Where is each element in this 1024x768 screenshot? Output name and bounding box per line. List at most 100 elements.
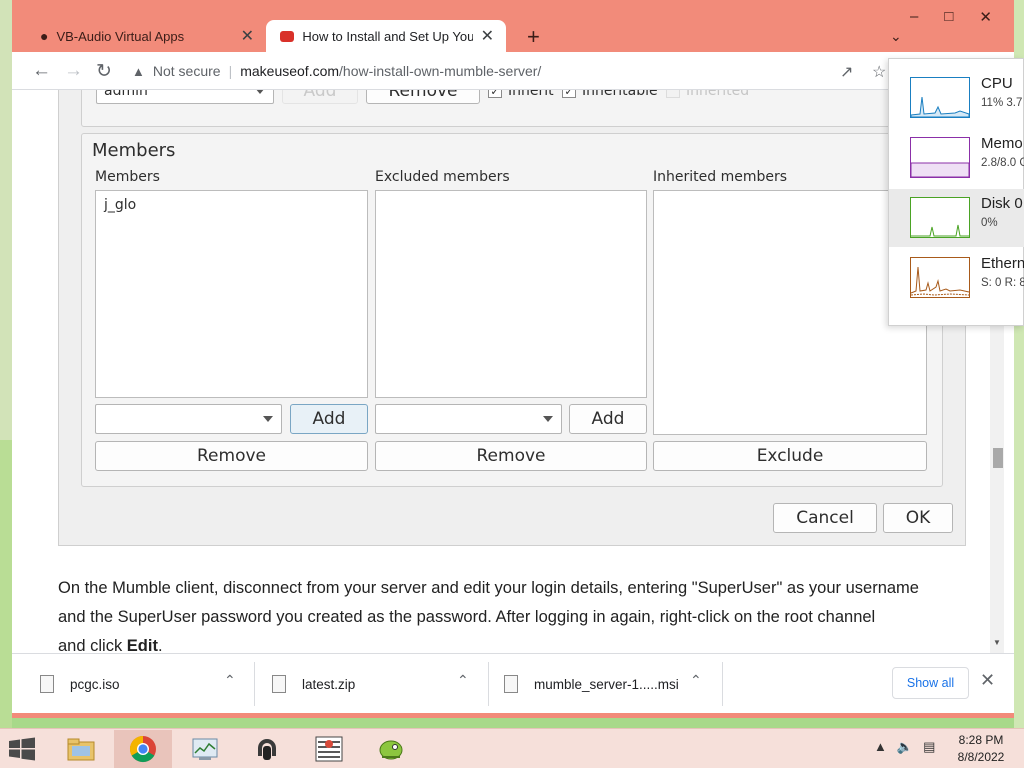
show-all-button[interactable]: Show all <box>892 667 969 699</box>
article-text-span: and click <box>58 637 127 653</box>
download-item-latest[interactable]: latest.zip <box>272 654 355 714</box>
remove-excluded-button[interactable]: Remove <box>375 441 647 471</box>
article-line: and click Edit. <box>58 632 958 653</box>
tab-title: How to Install and Set Up Your O <box>302 28 473 44</box>
inheritable-checkbox[interactable]: ✓ Inheritable <box>562 90 658 99</box>
list-item[interactable]: j_glo <box>96 191 367 219</box>
taskbar-murmur[interactable] <box>300 730 358 768</box>
back-arrow-icon[interactable]: ← <box>32 60 51 82</box>
window-controls: – □ ✕ <box>910 8 992 26</box>
system-tray: ▲ 🔈 ▤ <box>874 739 935 755</box>
download-filename: pcgc.iso <box>70 676 120 692</box>
maximize-button[interactable]: □ <box>944 8 953 26</box>
window-close-button[interactable]: ✕ <box>979 8 992 26</box>
security-label[interactable]: Not secure <box>153 63 221 79</box>
file-icon <box>40 675 54 693</box>
tab-makeuseof[interactable]: How to Install and Set Up Your O ✕ <box>266 20 506 52</box>
remove-member-button[interactable]: Remove <box>95 441 368 471</box>
excluded-column-label: Excluded members <box>375 169 510 185</box>
group-combo-value: admin <box>104 90 148 99</box>
reload-icon[interactable]: ↻ <box>96 60 112 83</box>
add-member-combo[interactable] <box>95 404 282 434</box>
new-tab-button[interactable]: + <box>527 24 540 50</box>
task-manager-item-ethernet[interactable]: Ethern S: 0 R: 8 <box>889 249 1024 307</box>
chameleon-icon <box>379 740 403 760</box>
speaker-icon[interactable]: 🔈 <box>897 739 913 755</box>
members-list[interactable]: j_glo <box>95 190 368 398</box>
close-icon[interactable]: ✕ <box>481 26 494 46</box>
remove-group-button[interactable]: Remove <box>366 90 480 104</box>
inherited-label: Inherited <box>686 90 750 99</box>
zip-file-icon <box>272 675 286 693</box>
task-manager-item-memory[interactable]: Memo 2.8/8.0 G <box>889 129 1024 187</box>
ok-button[interactable]: OK <box>883 503 953 533</box>
tray-expand-icon[interactable]: ▲ <box>874 739 887 755</box>
members-column-label: Members <box>95 169 160 185</box>
bookmark-star-icon[interactable]: ☆ <box>872 62 886 82</box>
inherit-checkbox[interactable]: ✓ Inherit <box>488 90 554 99</box>
add-excluded-button[interactable]: Add <box>569 404 647 434</box>
download-item-pcgc[interactable]: pcgc.iso <box>40 654 120 714</box>
windows-start-icon[interactable] <box>8 737 36 761</box>
divider <box>254 662 255 706</box>
checkmark-icon: ✓ <box>488 90 502 98</box>
browser-toolbar: ← → ↻ ▲ Not secure | makeuseof.com/how-i… <box>12 52 1014 90</box>
add-group-button[interactable]: Add <box>282 90 358 104</box>
chevron-up-icon[interactable]: ⌃ <box>690 672 702 689</box>
acl-group-row: admin Add Remove ✓ Inherit ✓ Inheritable… <box>81 90 943 127</box>
taskbar-clock[interactable]: 8:28 PM 8/8/2022 <box>944 732 1018 766</box>
inherit-label: Inherit <box>508 90 554 99</box>
folder-icon <box>67 738 95 761</box>
task-manager-item-cpu[interactable]: CPU 11% 3.7 <box>889 69 1024 127</box>
excluded-members-list[interactable] <box>375 190 647 398</box>
chrome-icon <box>129 735 156 763</box>
mumble-acl-dialog-screenshot: admin Add Remove ✓ Inherit ✓ Inheritable… <box>58 90 966 546</box>
task-manager-name: CPU <box>981 75 1013 92</box>
inheritable-label: Inheritable <box>582 90 658 99</box>
url-domain: makeuseof.com <box>240 63 340 79</box>
edit-keyword: Edit <box>126 637 158 653</box>
minimize-button[interactable]: – <box>910 8 918 26</box>
taskbar-mumble[interactable] <box>238 730 296 768</box>
mumble-icon <box>258 739 276 760</box>
page-content: admin Add Remove ✓ Inherit ✓ Inheritable… <box>12 90 1014 653</box>
share-icon[interactable]: ↗ <box>840 62 853 82</box>
members-group: Members Members Excluded members Inherit… <box>81 133 943 487</box>
close-icon[interactable]: ✕ <box>980 670 995 691</box>
task-manager-value: S: 0 R: 8 <box>981 277 1024 289</box>
checkbox-empty-icon <box>666 90 680 98</box>
add-member-button[interactable]: Add <box>290 404 368 434</box>
task-manager-item-disk[interactable]: Disk 0 0% <box>889 189 1024 247</box>
chevron-down-icon[interactable]: ⌄ <box>890 28 902 45</box>
download-filename: latest.zip <box>302 676 356 692</box>
tab-vb-audio[interactable]: ● VB-Audio Virtual Apps ✕ <box>26 20 266 52</box>
exclude-member-button[interactable]: Exclude <box>653 441 927 471</box>
download-item-mumble-server[interactable]: mumble_server-1.....msi <box>504 654 679 714</box>
address-separator: | <box>228 63 233 79</box>
task-manager-value: 11% 3.7 <box>981 97 1023 109</box>
warning-icon[interactable]: ▲ <box>132 64 145 79</box>
taskbar-file-explorer[interactable] <box>52 730 110 768</box>
network-icon[interactable]: ▤ <box>923 739 935 755</box>
taskbar-notepad-plus-plus[interactable] <box>362 730 420 768</box>
address-bar[interactable]: ▲ Not secure | makeuseof.com/how-install… <box>132 56 902 86</box>
downloads-bar: pcgc.iso ⌃ latest.zip ⌃ mumble_server-1.… <box>12 653 1014 713</box>
windows-taskbar: ▲ 🔈 ▤ 8:28 PM 8/8/2022 <box>0 728 1024 768</box>
chevron-up-icon[interactable]: ⌃ <box>457 672 469 689</box>
installer-file-icon <box>504 675 518 693</box>
scrollbar-thumb[interactable] <box>993 448 1003 468</box>
close-icon[interactable]: ✕ <box>241 26 254 46</box>
group-combo[interactable]: admin <box>96 90 274 104</box>
taskbar-task-manager[interactable] <box>176 730 234 768</box>
chevron-up-icon[interactable]: ⌃ <box>224 672 236 689</box>
add-excluded-combo[interactable] <box>375 404 562 434</box>
task-manager-name: Disk 0 <box>981 195 1023 212</box>
forward-arrow-icon[interactable]: → <box>64 60 83 82</box>
tab-title: VB-Audio Virtual Apps <box>56 28 185 44</box>
inherited-members-list[interactable] <box>653 190 927 435</box>
scroll-down-arrow-icon[interactable]: ▼ <box>993 638 1001 647</box>
memory-graph <box>910 137 970 178</box>
cancel-button[interactable]: Cancel <box>773 503 877 533</box>
taskbar-chrome[interactable] <box>114 730 172 768</box>
inherited-checkbox[interactable]: Inherited <box>666 90 749 99</box>
